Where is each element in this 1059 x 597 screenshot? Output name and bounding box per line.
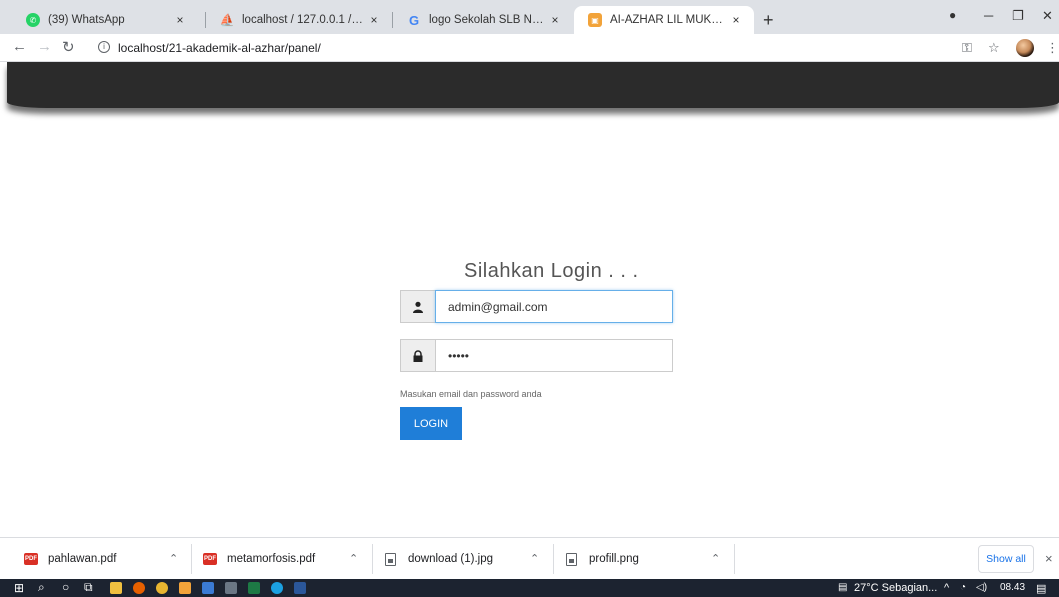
- browser-tab-strip: ✆ (39) WhatsApp × ⛵ localhost / 127.0.0.…: [0, 0, 1059, 34]
- chevron-up-icon[interactable]: ⌃: [169, 552, 178, 565]
- back-arrow-icon[interactable]: ←: [12, 38, 27, 55]
- site-favicon-icon: ▣: [588, 13, 602, 27]
- edge-icon[interactable]: [271, 582, 283, 594]
- chevron-up-icon[interactable]: ⌃: [530, 552, 539, 565]
- download-separator: [372, 544, 373, 574]
- image-file-icon: [566, 552, 577, 566]
- downloads-bar: PDF pahlawan.pdf ⌃ PDF metamorfosis.pdf …: [0, 537, 1059, 579]
- restore-icon[interactable]: ❐: [1012, 8, 1024, 24]
- firefox-icon[interactable]: [133, 582, 145, 594]
- download-filename: pahlawan.pdf: [48, 553, 117, 565]
- download-filename: profill.png: [589, 553, 639, 565]
- google-icon: G: [408, 12, 420, 28]
- key-icon[interactable]: ⚿: [962, 40, 972, 56]
- tab-title: localhost / 127.0.0.1 / db_akademik: [242, 14, 366, 26]
- show-all-button[interactable]: Show all: [978, 545, 1034, 573]
- file-explorer-icon[interactable]: [110, 582, 122, 594]
- weather-text[interactable]: 27°C Sebagian...: [854, 582, 937, 594]
- excel-icon[interactable]: [248, 582, 260, 594]
- password-field[interactable]: [435, 339, 673, 372]
- extension-icon[interactable]: ●: [949, 8, 956, 22]
- login-help-text: Masukan email dan password anda: [400, 389, 542, 399]
- phpmyadmin-icon: ⛵: [219, 13, 235, 27]
- calculator-icon[interactable]: [225, 582, 237, 594]
- tab-phpmyadmin[interactable]: ⛵ localhost / 127.0.0.1 / db_akademik ×: [206, 6, 392, 34]
- chevron-up-icon[interactable]: ⌃: [349, 552, 358, 565]
- reload-icon[interactable]: ↻: [62, 38, 75, 56]
- notification-icon[interactable]: ▤: [1036, 582, 1046, 595]
- whatsapp-icon: ✆: [26, 13, 40, 27]
- profile-avatar[interactable]: [1016, 39, 1034, 57]
- lock-icon: [400, 339, 435, 372]
- visio-icon[interactable]: [202, 582, 214, 594]
- menu-dots-icon[interactable]: ⋮: [1046, 40, 1059, 56]
- chevron-up-icon[interactable]: ^: [944, 582, 949, 594]
- download-separator: [553, 544, 554, 574]
- tab-title: AI-AZHAR LIL MUKHTARIN: [610, 14, 728, 26]
- minimize-icon[interactable]: ─: [984, 8, 993, 23]
- download-filename: download (1).jpg: [408, 553, 494, 565]
- cortana-icon[interactable]: ○: [62, 580, 69, 594]
- download-item[interactable]: profill.png: [566, 538, 639, 580]
- address-bar[interactable]: localhost/21-akademik-al-azhar/panel/: [118, 41, 321, 55]
- tab-al-azhar[interactable]: ▣ AI-AZHAR LIL MUKHTARIN ×: [574, 6, 754, 34]
- tab-google-search[interactable]: G logo Sekolah SLB Negeri Autis Su ×: [393, 6, 573, 34]
- email-input-group: [400, 290, 673, 323]
- image-file-icon: [385, 552, 396, 566]
- close-tab-icon[interactable]: ×: [547, 13, 563, 27]
- clock-time[interactable]: 08.43: [1000, 582, 1025, 593]
- close-tab-icon[interactable]: ×: [172, 13, 188, 27]
- download-item[interactable]: PDF metamorfosis.pdf: [203, 538, 315, 580]
- close-downloads-icon[interactable]: ×: [1045, 551, 1053, 566]
- pdf-file-icon: PDF: [203, 553, 217, 565]
- forward-arrow-icon[interactable]: →: [37, 38, 52, 55]
- xampp-icon[interactable]: [179, 582, 191, 594]
- tab-title: (39) WhatsApp: [48, 14, 125, 26]
- windows-start-icon[interactable]: ⊞: [14, 581, 24, 595]
- download-filename: metamorfosis.pdf: [227, 553, 316, 565]
- chevron-up-icon[interactable]: ⌃: [711, 552, 720, 565]
- close-tab-icon[interactable]: ×: [728, 13, 744, 27]
- pdf-file-icon: PDF: [24, 553, 38, 565]
- volume-icon[interactable]: ◁): [976, 582, 987, 593]
- user-icon: [400, 290, 435, 323]
- login-button[interactable]: LOGIN: [400, 407, 462, 440]
- search-icon[interactable]: ⌕: [38, 580, 45, 595]
- email-field[interactable]: [435, 290, 673, 323]
- chrome-icon[interactable]: [156, 582, 168, 594]
- bookmark-star-icon[interactable]: ☆: [988, 40, 1000, 56]
- download-item[interactable]: download (1).jpg: [385, 538, 493, 580]
- site-info-icon[interactable]: i: [98, 41, 110, 53]
- close-tab-icon[interactable]: ×: [366, 13, 382, 27]
- tab-title: logo Sekolah SLB Negeri Autis Su: [429, 14, 547, 26]
- password-input-group: [400, 339, 673, 372]
- windows-taskbar: ⊞ ⌕ ○ ⧉ ▤ 27°C Sebagian... ^ ◔ ◁) 08.43 …: [0, 579, 1059, 597]
- task-view-icon[interactable]: ⧉: [84, 580, 93, 595]
- download-item[interactable]: PDF pahlawan.pdf: [24, 538, 116, 580]
- weather-icon[interactable]: ▤: [838, 582, 847, 593]
- network-icon[interactable]: ◔: [960, 582, 966, 593]
- tab-whatsapp[interactable]: ✆ (39) WhatsApp ×: [12, 6, 198, 34]
- browser-toolbar: ← → ↻ i localhost/21-akademik-al-azhar/p…: [0, 34, 1059, 62]
- download-separator: [734, 544, 735, 574]
- download-separator: [191, 544, 192, 574]
- new-tab-button[interactable]: +: [763, 10, 774, 31]
- close-window-icon[interactable]: ✕: [1042, 8, 1053, 24]
- word-icon[interactable]: [294, 582, 306, 594]
- page-header-bar: [7, 62, 1059, 108]
- login-title: Silahkan Login . . .: [464, 260, 639, 282]
